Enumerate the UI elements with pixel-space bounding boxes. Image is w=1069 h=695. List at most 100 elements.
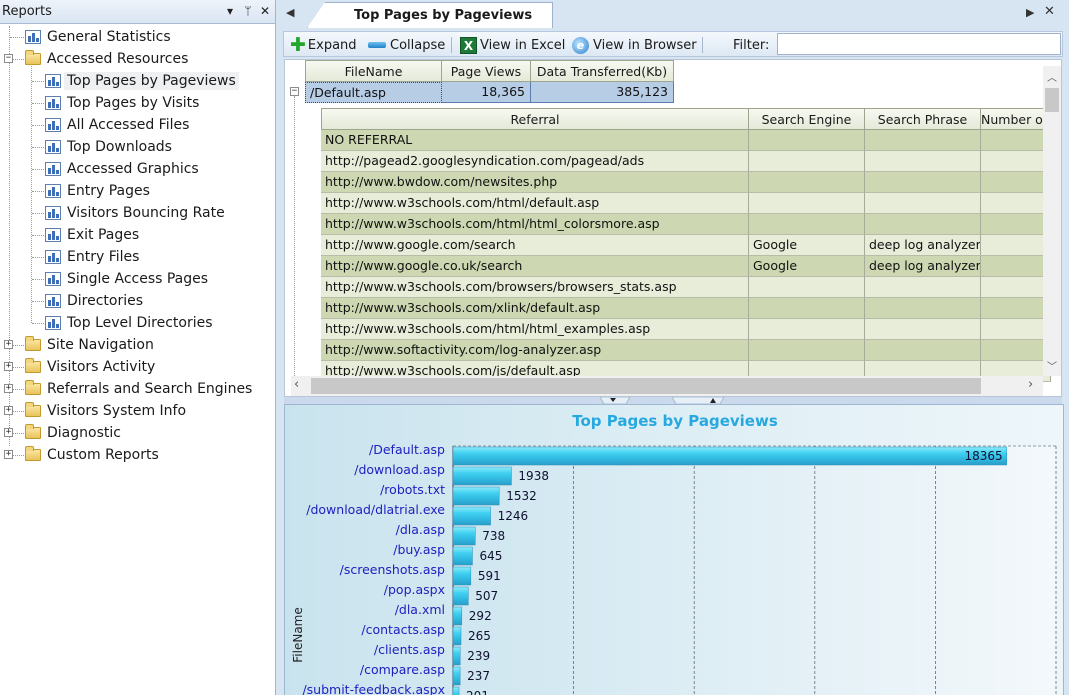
search-engine-cell[interactable]: Google <box>749 235 865 256</box>
search-phrase-cell[interactable] <box>865 193 981 214</box>
tree-item-visitors-activity[interactable]: Visitors Activity <box>24 356 158 378</box>
search-engine-cell[interactable] <box>749 277 865 298</box>
vertical-scrollbar[interactable]: ︿ ﹀ <box>1043 66 1061 376</box>
sub-column-header[interactable]: Search Phrase <box>865 108 981 130</box>
number-cell[interactable] <box>981 130 1051 151</box>
column-header[interactable]: FileName <box>305 60 442 82</box>
tree-item-diagnostic[interactable]: Diagnostic <box>24 422 124 444</box>
master-row-data[interactable]: 385,123 <box>531 82 674 103</box>
splitter[interactable] <box>284 397 1062 404</box>
expand-button[interactable]: ✚ Expand <box>290 35 357 55</box>
number-cell[interactable] <box>981 277 1051 298</box>
tree-item-site-navigation[interactable]: Site Navigation <box>24 334 157 356</box>
tree-item-directories[interactable]: Directories <box>44 290 146 312</box>
search-phrase-cell[interactable] <box>865 298 981 319</box>
search-engine-cell[interactable] <box>749 298 865 319</box>
tree-item-referrals-and-search-engines[interactable]: Referrals and Search Engines <box>24 378 255 400</box>
number-cell[interactable] <box>981 298 1051 319</box>
search-phrase-cell[interactable] <box>865 130 981 151</box>
referral-cell[interactable]: NO REFERRAL <box>321 130 749 151</box>
tree-item-accessed-graphics[interactable]: Accessed Graphics <box>44 158 202 180</box>
tab-scroll-left-icon[interactable]: ◀ <box>286 6 294 19</box>
referral-cell[interactable]: http://www.w3schools.com/browsers/browse… <box>321 277 749 298</box>
search-phrase-cell[interactable]: deep log analyzer <box>865 256 981 277</box>
tree-item-single-access-pages[interactable]: Single Access Pages <box>44 268 211 290</box>
referral-cell[interactable]: http://www.bwdow.com/newsites.php <box>321 172 749 193</box>
tree-item-top-downloads[interactable]: Top Downloads <box>44 136 175 158</box>
horizontal-scrollbar[interactable]: ‹ › <box>291 376 1043 396</box>
search-engine-cell[interactable] <box>749 340 865 361</box>
close-icon[interactable]: ✕ <box>257 3 273 20</box>
collapse-row-icon[interactable]: − <box>290 87 299 96</box>
pin-icon[interactable]: ᛘ <box>240 3 256 20</box>
scroll-up-icon[interactable]: ︿ <box>1047 69 1057 84</box>
number-cell[interactable] <box>981 172 1051 193</box>
tree-item-visitors-bouncing-rate[interactable]: Visitors Bouncing Rate <box>44 202 228 224</box>
search-phrase-cell[interactable]: deep log analyzer <box>865 235 981 256</box>
tree-item-exit-pages[interactable]: Exit Pages <box>44 224 142 246</box>
collapse-button[interactable]: Collapse <box>368 35 445 55</box>
referral-cell[interactable]: http://www.w3schools.com/html/html_color… <box>321 214 749 235</box>
column-header[interactable]: Page Views <box>442 60 531 82</box>
master-row-filename[interactable]: /Default.asp <box>305 82 442 103</box>
tree-item-top-level-directories[interactable]: Top Level Directories <box>44 312 216 334</box>
tree-item-top-pages-by-pageviews[interactable]: Top Pages by Pageviews <box>44 70 239 92</box>
tree-item-entry-pages[interactable]: Entry Pages <box>44 180 153 202</box>
referral-cell[interactable]: http://www.w3schools.com/html/default.as… <box>321 193 749 214</box>
number-cell[interactable] <box>981 214 1051 235</box>
sub-column-header[interactable]: Search Engine <box>749 108 865 130</box>
number-cell[interactable] <box>981 340 1051 361</box>
close-tab-icon[interactable]: ✕ <box>1044 4 1055 19</box>
master-row-pageviews[interactable]: 18,365 <box>442 82 531 103</box>
search-engine-cell[interactable] <box>749 151 865 172</box>
scroll-left-icon[interactable]: ‹ <box>294 377 299 392</box>
collapse-node-icon[interactable]: − <box>4 54 13 63</box>
search-engine-cell[interactable]: Google <box>749 256 865 277</box>
search-engine-cell[interactable] <box>749 214 865 235</box>
tree-item-all-accessed-files[interactable]: All Accessed Files <box>44 114 192 136</box>
sub-column-header[interactable]: Number of <box>981 108 1051 130</box>
expand-node-icon[interactable]: + <box>4 428 13 437</box>
filter-input[interactable] <box>777 33 1061 55</box>
scroll-right-icon[interactable]: › <box>1028 377 1033 392</box>
referral-cell[interactable]: http://www.w3schools.com/html/html_examp… <box>321 319 749 340</box>
expand-node-icon[interactable]: + <box>4 362 13 371</box>
tab-scroll-right-icon[interactable]: ▶ <box>1026 6 1034 19</box>
tab-top-pages-by-pageviews[interactable]: Top Pages by Pageviews <box>307 2 553 28</box>
search-engine-cell[interactable] <box>749 319 865 340</box>
search-phrase-cell[interactable] <box>865 340 981 361</box>
tree-item-top-pages-by-visits[interactable]: Top Pages by Visits <box>44 92 202 114</box>
search-engine-cell[interactable] <box>749 130 865 151</box>
expand-node-icon[interactable]: + <box>4 384 13 393</box>
number-cell[interactable] <box>981 319 1051 340</box>
search-phrase-cell[interactable] <box>865 172 981 193</box>
view-in-excel-button[interactable]: X View in Excel <box>460 35 565 55</box>
referral-cell[interactable]: http://www.softactivity.com/log-analyzer… <box>321 340 749 361</box>
expand-node-icon[interactable]: + <box>4 450 13 459</box>
tree-item-visitors-system-info[interactable]: Visitors System Info <box>24 400 189 422</box>
tree-item-custom-reports[interactable]: Custom Reports <box>24 444 162 466</box>
number-cell[interactable] <box>981 235 1051 256</box>
tree-item-general-statistics[interactable]: General Statistics <box>24 26 174 48</box>
scroll-thumb[interactable] <box>311 378 981 394</box>
number-cell[interactable] <box>981 151 1051 172</box>
referral-cell[interactable]: http://www.google.co.uk/search <box>321 256 749 277</box>
number-cell[interactable] <box>981 193 1051 214</box>
sub-column-header[interactable]: Referral <box>321 108 749 130</box>
tree-item-accessed-resources[interactable]: Accessed Resources <box>24 48 191 70</box>
scroll-down-icon[interactable]: ﹀ <box>1047 358 1057 373</box>
search-engine-cell[interactable] <box>749 193 865 214</box>
referral-cell[interactable]: http://pagead2.googlesyndication.com/pag… <box>321 151 749 172</box>
view-in-browser-button[interactable]: e View in Browser <box>572 35 697 55</box>
search-phrase-cell[interactable] <box>865 277 981 298</box>
tree-item-entry-files[interactable]: Entry Files <box>44 246 142 268</box>
search-phrase-cell[interactable] <box>865 319 981 340</box>
search-phrase-cell[interactable] <box>865 214 981 235</box>
search-phrase-cell[interactable] <box>865 151 981 172</box>
expand-node-icon[interactable]: + <box>4 340 13 349</box>
search-engine-cell[interactable] <box>749 172 865 193</box>
referral-cell[interactable]: http://www.google.com/search <box>321 235 749 256</box>
number-cell[interactable] <box>981 256 1051 277</box>
expand-node-icon[interactable]: + <box>4 406 13 415</box>
column-header[interactable]: Data Transferred(Kb) <box>531 60 674 82</box>
